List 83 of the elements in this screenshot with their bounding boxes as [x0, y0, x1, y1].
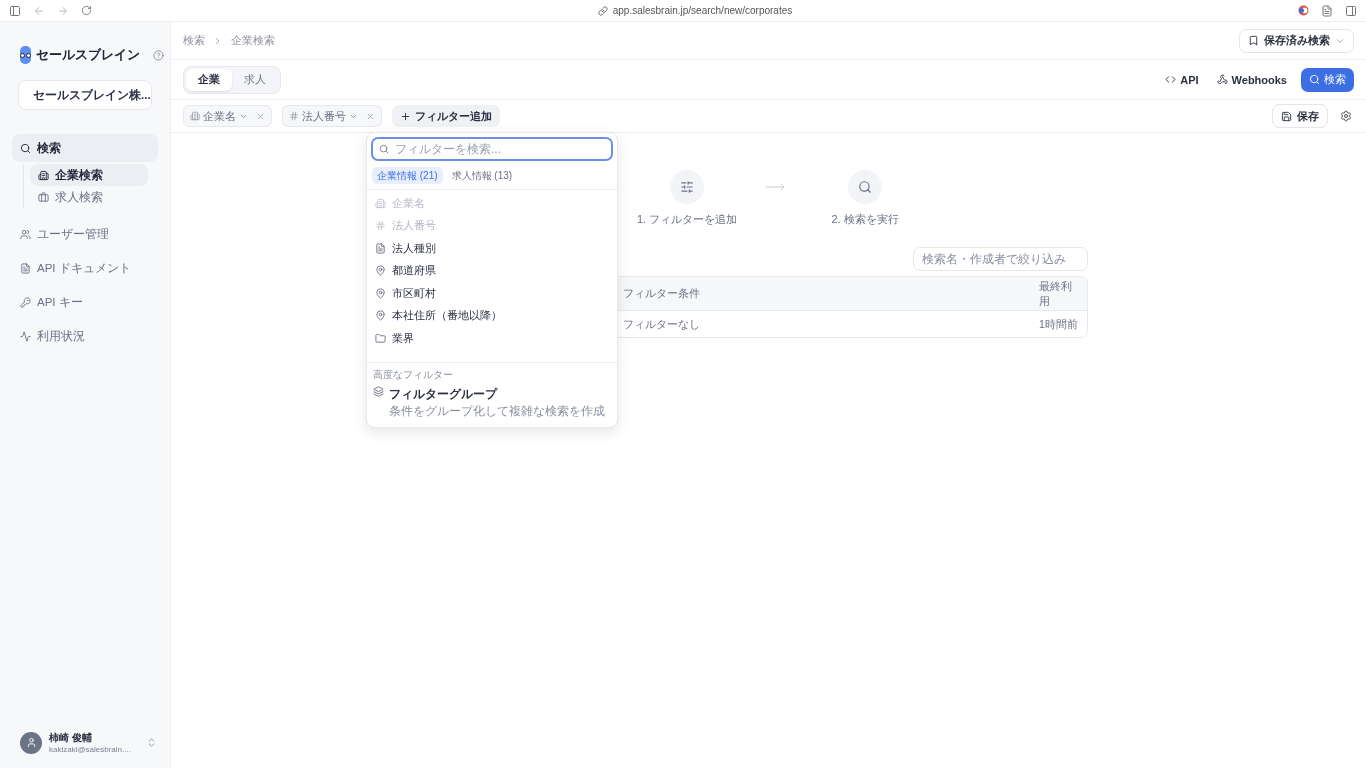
search-box[interactable]: フィルターを検索... [371, 137, 613, 161]
close-icon[interactable] [366, 111, 375, 121]
filter-group-description: 条件をグループ化して複雑な検索を作成 [389, 403, 605, 420]
building-icon [38, 169, 49, 181]
key-icon [20, 296, 31, 308]
filter-chip[interactable]: 企業名 [183, 105, 272, 127]
filter-option: 法人番号 [367, 214, 617, 237]
nav-item[interactable]: 検索 [12, 134, 158, 162]
nav-subitem[interactable]: 求人検索 [30, 186, 148, 208]
search-icon [858, 180, 872, 194]
logo-icon [20, 46, 31, 64]
column-header: 最終利用 [1039, 279, 1073, 308]
user-email: kakizaki@salesbrain.... [49, 745, 131, 754]
filter-field[interactable]: 検索名・作成者で絞り込み [913, 247, 1088, 271]
search-icon [379, 144, 389, 154]
search-icon [1309, 74, 1320, 85]
users-icon [20, 228, 31, 240]
pin-icon [375, 265, 386, 277]
nav-subitem[interactable]: 企業検索 [30, 164, 148, 186]
webhooks-button[interactable]: Webhooks [1212, 73, 1291, 86]
code-icon [1165, 74, 1177, 85]
filter-option[interactable]: 業界 [367, 327, 617, 350]
filter-option[interactable]: 法人種別 [367, 237, 617, 260]
nav-item[interactable]: API キー [12, 288, 158, 316]
close-icon[interactable] [256, 111, 265, 121]
hash-icon [375, 220, 386, 232]
plus-icon [400, 110, 411, 122]
help-icon[interactable] [153, 49, 164, 61]
breadcrumb-item: 企業検索 [231, 33, 275, 48]
save-icon [1281, 110, 1292, 122]
building-icon [375, 197, 386, 209]
section-heading: 高度なフィルター [373, 368, 454, 382]
hash-icon [289, 111, 299, 121]
organization-button[interactable]: セールスブレイン株... [18, 80, 152, 110]
nav-item[interactable]: API ドキュメント [12, 254, 158, 282]
split-view-icon[interactable] [1345, 4, 1357, 17]
api-button[interactable]: API [1161, 73, 1203, 86]
sidebar-toggle-icon[interactable] [9, 4, 21, 17]
webhook-icon [1216, 74, 1228, 85]
address-bar[interactable]: app.salesbrain.jp/search/new/corporates [612, 5, 793, 16]
pin-icon [375, 310, 386, 322]
reader-icon[interactable] [1321, 4, 1333, 17]
save-button[interactable]: 保存 [1272, 104, 1328, 128]
link-icon [597, 5, 608, 16]
column-header: フィルター条件 [623, 286, 701, 301]
document-icon [375, 242, 386, 254]
nav-item[interactable]: ユーザー管理 [12, 220, 158, 248]
filter-chip[interactable]: 法人番号 [282, 105, 382, 127]
step-label: 2. 検索を実行 [831, 212, 899, 227]
avatar-icon [20, 731, 42, 754]
category-tab[interactable]: 求人情報 (13) [446, 167, 518, 184]
table-cell-text: 1時間前 [1039, 316, 1079, 332]
extension-icon[interactable] [1298, 5, 1309, 16]
logo-text: セールスブレイン [36, 46, 140, 64]
tab[interactable]: 求人 [232, 68, 278, 91]
briefcase-icon [38, 191, 49, 203]
document-icon [20, 262, 31, 274]
search-icon [20, 142, 31, 154]
saved-searches-button[interactable]: 保存済み検索 [1239, 28, 1354, 53]
user-name: 柿崎 俊輔 [49, 731, 93, 745]
filter-option: 企業名 [367, 192, 617, 215]
folder-icon [375, 332, 386, 344]
bookmark-icon [1248, 35, 1259, 46]
search-button[interactable]: 検索 [1301, 67, 1354, 92]
layers-icon [373, 386, 384, 397]
filter-option[interactable]: 市区町村 [367, 282, 617, 305]
table-cell-text: フィルターなし [623, 316, 701, 332]
settings-icon[interactable] [1338, 108, 1354, 124]
sliders-icon [680, 180, 694, 194]
filter-option[interactable]: 都道府県 [367, 259, 617, 282]
chevron-icon [215, 36, 221, 45]
building-icon [190, 111, 200, 121]
pin-icon [375, 287, 386, 299]
nav-item[interactable]: 利用状況 [12, 322, 158, 350]
step-label: 1. フィルターを追加 [636, 212, 738, 227]
arrow-icon [766, 183, 786, 191]
tab[interactable]: 企業 [186, 68, 232, 91]
filter-group-title[interactable]: フィルターグループ [389, 386, 605, 403]
activity-icon [20, 330, 31, 342]
reload-icon[interactable] [81, 5, 92, 16]
filter-option[interactable]: 本社住所（番地以降） [367, 304, 617, 327]
category-tab[interactable]: 企業情報 (21) [372, 167, 443, 184]
add-filter-button[interactable]: フィルター追加 [392, 105, 500, 127]
